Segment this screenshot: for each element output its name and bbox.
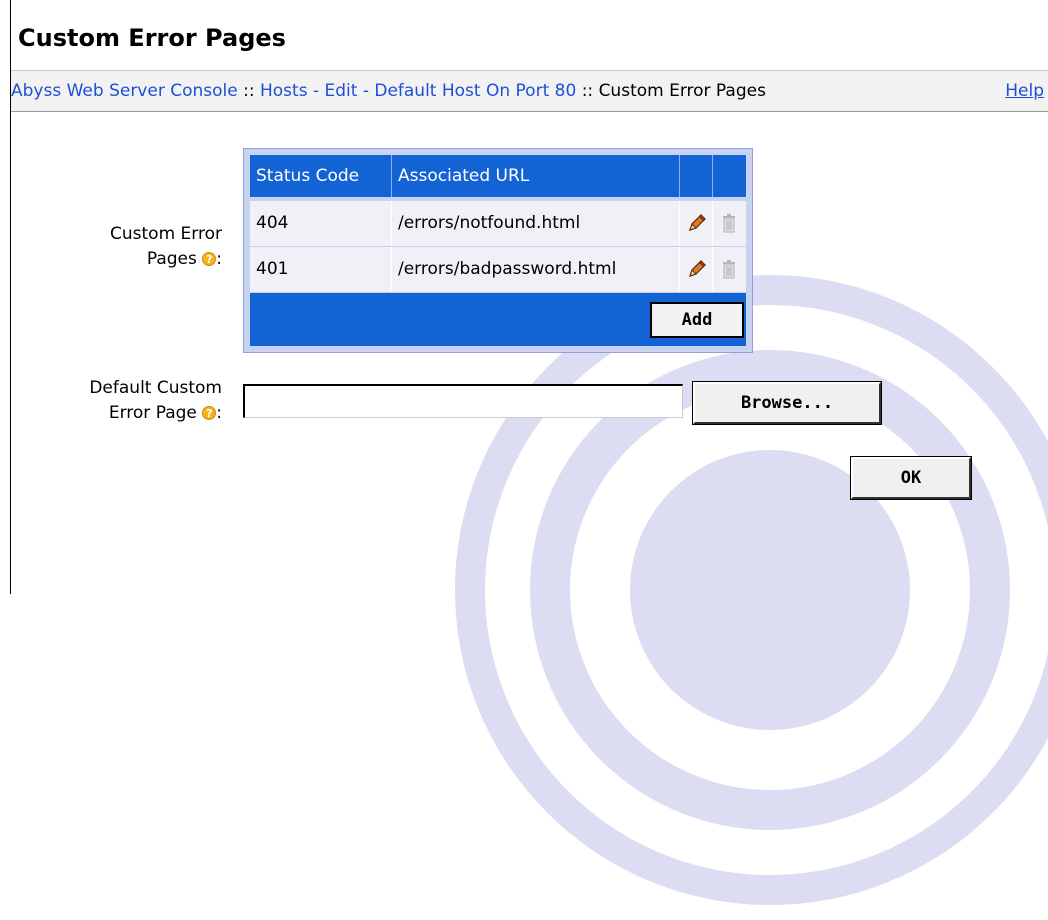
trash-icon[interactable] [718, 212, 740, 234]
custom-error-pages-label-line2: Pages [146, 249, 197, 269]
breadcrumb-current: Custom Error Pages [598, 81, 766, 101]
trash-icon[interactable] [718, 258, 740, 280]
breadcrumb-separator: :: [243, 81, 255, 101]
column-header-delete [713, 155, 746, 197]
pencil-icon[interactable] [686, 258, 708, 280]
custom-error-pages-table: Status Code Associated URL 404 /errors/n… [243, 148, 753, 353]
table-row: 404 /errors/notfound.html [250, 201, 746, 246]
help-question-icon[interactable]: ? [202, 252, 217, 266]
custom-error-pages-label-line1: Custom Error [110, 224, 222, 244]
breadcrumb: Abyss Web Server Console :: Hosts - Edit… [11, 70, 1048, 112]
delete-cell [713, 247, 746, 292]
background-watermark [455, 275, 1048, 905]
associated-url-cell: /errors/notfound.html [392, 201, 680, 246]
page-title: Custom Error Pages [18, 24, 286, 52]
edit-cell [680, 201, 713, 246]
browse-button[interactable]: Browse... [692, 381, 882, 425]
status-code-cell: 404 [250, 201, 392, 246]
table-footer: Add [250, 293, 746, 346]
default-error-page-label: Default Custom Error Page ?: [30, 376, 222, 426]
custom-error-pages-label: Custom Error Pages ?: [40, 222, 222, 272]
column-header-associated-url: Associated URL [392, 155, 680, 197]
default-error-page-label-line2: Error Page [108, 403, 197, 423]
breadcrumb-console-link[interactable]: Abyss Web Server Console [11, 81, 238, 101]
help-link[interactable]: Help [1005, 81, 1044, 101]
table-row: 401 /errors/badpassword.html [250, 247, 746, 292]
table-header: Status Code Associated URL [250, 155, 746, 197]
delete-cell [713, 201, 746, 246]
status-code-cell: 401 [250, 247, 392, 292]
default-error-page-label-line1: Default Custom [89, 378, 222, 398]
window-left-border [0, 0, 11, 594]
breadcrumb-separator: :: [581, 81, 594, 101]
edit-cell [680, 247, 713, 292]
ok-button[interactable]: OK [850, 456, 972, 500]
default-error-page-input[interactable] [243, 384, 683, 418]
help-question-icon[interactable]: ? [202, 406, 217, 420]
column-header-status-code: Status Code [250, 155, 392, 197]
associated-url-cell: /errors/badpassword.html [392, 247, 680, 292]
column-header-edit [680, 155, 713, 197]
breadcrumb-host-edit-link[interactable]: Hosts - Edit - Default Host On Port 80 [260, 81, 576, 101]
pencil-icon[interactable] [686, 212, 708, 234]
add-button[interactable]: Add [650, 302, 744, 338]
